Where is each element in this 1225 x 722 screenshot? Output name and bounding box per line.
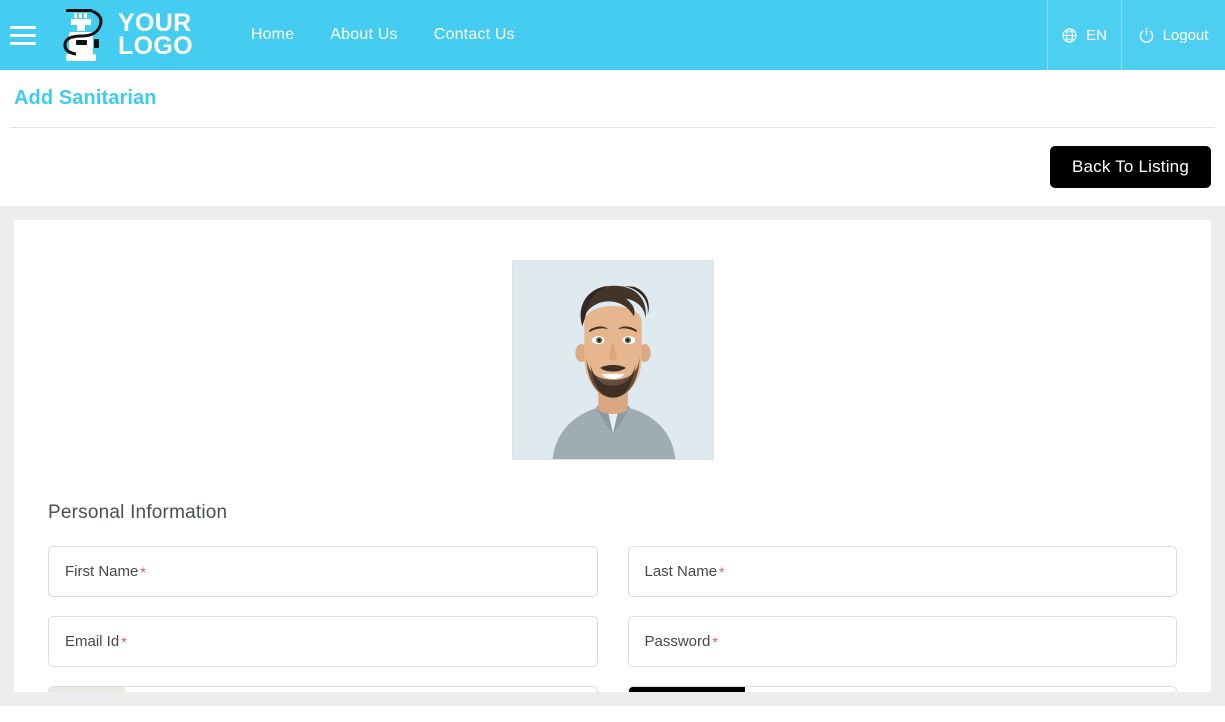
email-id-placeholder: Email Id [65, 633, 120, 650]
section-title-personal-information: Personal Information [48, 502, 228, 523]
profile-photo[interactable] [511, 260, 714, 460]
page-body: Personal Information First Name * Last Na… [0, 206, 1225, 706]
page-title: Add Sanitarian [14, 87, 157, 109]
required-marker: * [712, 633, 718, 650]
last-name-input[interactable]: Last Name * [627, 546, 1177, 597]
phone-left-prefix-selector[interactable] [49, 687, 125, 692]
form-card: Personal Information First Name * Last Na… [14, 220, 1211, 692]
page-header: Add Sanitarian [0, 70, 1225, 127]
phone-right-input[interactable] [745, 687, 1177, 692]
main-navigation: Home About Us Contact Us [251, 26, 515, 44]
required-marker: * [140, 563, 146, 580]
brand-logo[interactable]: YOUR LOGO [46, 6, 193, 64]
personal-information-form: First Name * Last Name * Email Id * Passwo… [48, 546, 1177, 692]
password-input[interactable]: Password * [627, 616, 1177, 667]
power-icon [1139, 27, 1153, 43]
globe-icon [1062, 27, 1077, 43]
action-bar: Back To Listing [0, 128, 1225, 206]
nav-item-home[interactable]: Home [251, 26, 294, 44]
email-id-input[interactable]: Email Id * [48, 616, 598, 667]
hamburger-bar [10, 41, 36, 45]
brand-line-2: LOGO [118, 32, 193, 60]
last-name-placeholder: Last Name [644, 563, 718, 580]
first-name-input[interactable]: First Name * [48, 546, 598, 597]
top-navbar: YOUR LOGO Home About Us Contact Us EN Lo… [0, 0, 1225, 70]
brand-name: YOUR LOGO [118, 11, 193, 60]
language-switcher[interactable]: EN [1047, 0, 1121, 70]
phone-left-input[interactable] [125, 687, 597, 692]
password-placeholder: Password [644, 633, 711, 650]
required-marker: * [121, 633, 127, 650]
navbar-right-group: EN Logout [1047, 0, 1225, 70]
language-label: EN [1086, 26, 1107, 44]
first-name-placeholder: First Name [65, 563, 139, 580]
sprayer-logo-icon [63, 9, 103, 61]
back-to-listing-button[interactable]: Back To Listing [1049, 146, 1211, 188]
profile-photo-image [512, 261, 713, 459]
avatar-row [48, 260, 1177, 460]
hamburger-bar [10, 33, 36, 37]
hamburger-icon[interactable] [0, 0, 46, 70]
phone-left-input-group [48, 686, 598, 692]
required-marker: * [719, 563, 725, 580]
phone-right-input-group [627, 686, 1177, 692]
hamburger-bar [10, 25, 36, 29]
navbar-left-group: YOUR LOGO Home About Us Contact Us [0, 0, 515, 70]
nav-item-about-us[interactable]: About Us [330, 26, 397, 44]
logout-label: Logout [1162, 26, 1209, 44]
nav-item-contact-us[interactable]: Contact Us [434, 26, 515, 44]
logout-button[interactable]: Logout [1121, 0, 1225, 70]
phone-right-prefix-selector[interactable] [628, 687, 745, 692]
